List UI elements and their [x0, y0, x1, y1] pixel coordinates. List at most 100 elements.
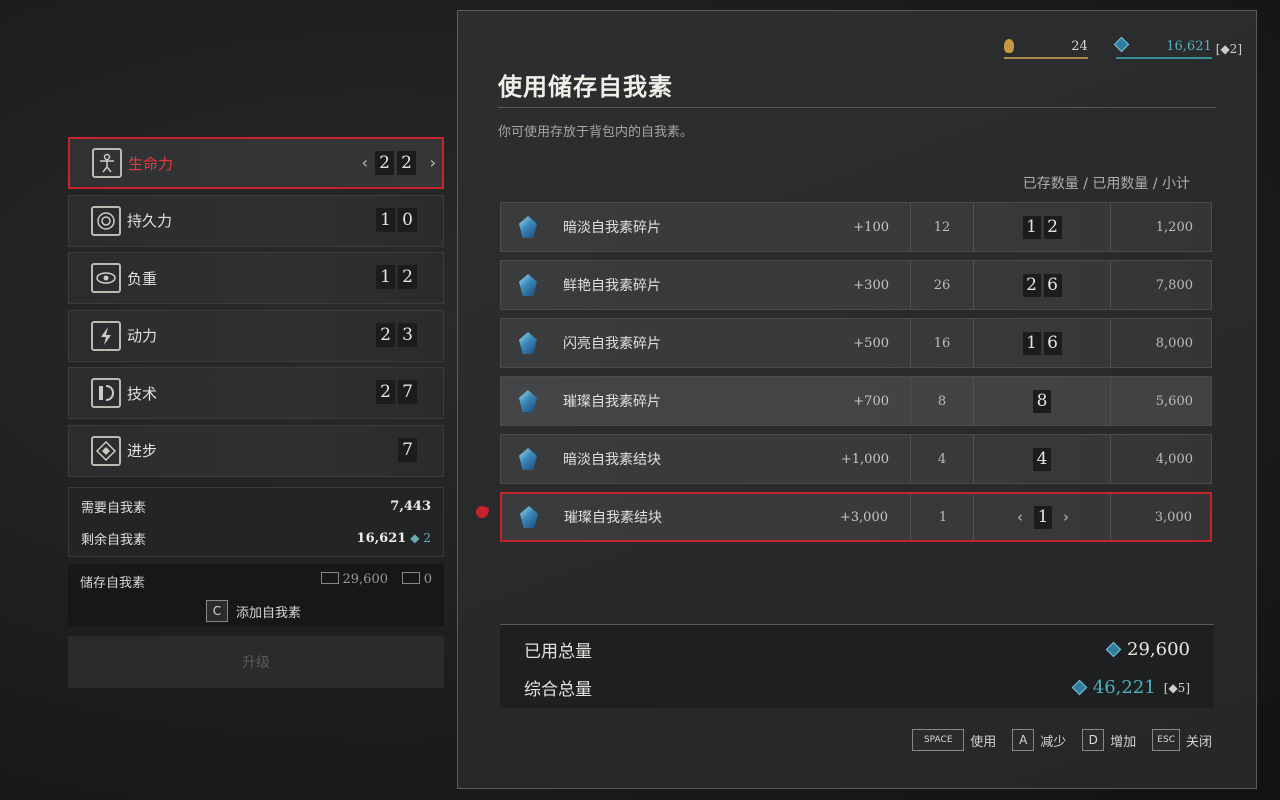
flame-count: 24 — [1071, 39, 1088, 54]
digit: 3 — [398, 322, 417, 347]
arrow-right-icon[interactable]: › — [430, 153, 436, 172]
key-c: C — [206, 600, 228, 622]
ergo-item-row[interactable]: 闪亮自我素碎片 +500 16 16 8,000 — [500, 318, 1212, 368]
pulse-cell-counter: 24 — [1003, 39, 1088, 59]
arrow-left-icon[interactable]: ‹ — [362, 153, 368, 172]
item-ergo-value: +1,000 — [840, 451, 889, 467]
item-name: 鲜艳自我素碎片 — [563, 278, 661, 294]
used-total-number: 29,600 — [1127, 639, 1190, 660]
digit: 7 — [398, 437, 417, 462]
stored-ergo-label: 储存自我素 — [80, 576, 146, 591]
hud-currency: 24 16,621 [◆2] — [1003, 36, 1242, 59]
key-d: D — [1082, 729, 1105, 751]
digit: 4 — [1033, 447, 1051, 471]
level-up-button[interactable]: 升级 — [68, 636, 444, 688]
stored-ergo-number2: 0 — [423, 572, 432, 587]
gem-count: 2 — [1229, 42, 1238, 56]
stat-label: 负重 — [127, 269, 158, 288]
item-use-count: 26 — [975, 261, 1109, 309]
item-ergo-value: +3,000 — [839, 509, 888, 525]
item-use-count: 16 — [975, 319, 1109, 367]
item-subtotal: 7,800 — [1155, 277, 1193, 293]
stat-value: 1 0 — [376, 207, 417, 232]
gem-icon: ◆ — [1168, 680, 1178, 695]
digit: 1 — [376, 207, 395, 232]
digit: 1 — [376, 265, 395, 289]
hint-decrease[interactable]: A 减少 — [1012, 729, 1066, 751]
ergo-item-row[interactable]: 暗淡自我素碎片 +100 12 12 1,200 — [500, 202, 1212, 252]
gem-glyph: ◆ — [410, 530, 420, 545]
combined-total-number: 46,221 — [1092, 677, 1156, 698]
arrow-left-icon[interactable]: ‹ — [1017, 508, 1023, 526]
item-use-stepper[interactable]: ‹ 1 › — [976, 494, 1110, 540]
ergo-item-row[interactable]: 暗淡自我素结块 +1,000 4 4 4,000 — [500, 434, 1212, 484]
stat-row-technique[interactable]: 技术 2 7 — [68, 367, 444, 419]
add-ergo-button[interactable]: C 添加自我素 — [206, 600, 301, 622]
stat-label: 进步 — [127, 442, 158, 460]
gem-counter: [◆5] — [1163, 680, 1190, 695]
hint-increase[interactable]: D 增加 — [1082, 729, 1136, 751]
remaining-ergo-label: 剩余自我素 — [81, 532, 147, 548]
key-esc: ESC — [1152, 729, 1180, 751]
used-total-line: 已用总量 29,600 — [524, 637, 1190, 662]
hint-use[interactable]: SPACE 使用 — [912, 729, 996, 751]
digit: 6 — [1043, 273, 1062, 297]
stat-row-motivity[interactable]: 动力 2 3 — [68, 309, 444, 362]
digit: 2 — [398, 265, 417, 289]
hint-close[interactable]: ESC 关闭 — [1152, 729, 1212, 751]
hint-label: 关闭 — [1185, 734, 1212, 750]
crystal-icon — [519, 261, 543, 309]
combined-total-line: 综合总量 46,221 [◆5] — [524, 675, 1190, 700]
hint-label: 减少 — [1040, 734, 1067, 750]
digit: 1 — [1034, 505, 1052, 529]
remaining-ergo-number: 16,621 — [356, 530, 407, 546]
stored-ergo-number: 29,600 — [342, 572, 389, 587]
item-ergo-value: +300 — [853, 277, 889, 293]
remaining-ergo-value: 16,621 ◆ 2 — [357, 531, 431, 546]
crystal-icon — [519, 319, 543, 367]
stat-label: 技术 — [127, 384, 158, 403]
remaining-ergo-line: 剩余自我素 16,621 ◆ 2 — [81, 528, 431, 548]
stat-row-capacity[interactable]: 负重 1 2 — [68, 252, 444, 304]
item-owned-count: 26 — [933, 277, 951, 293]
digit: 2 — [376, 322, 395, 347]
column-header: 已存数量 / 已用数量 / 小计 — [1022, 176, 1190, 192]
stat-row-endurance[interactable]: 持久力 1 0 — [68, 194, 444, 247]
stat-row-vitality[interactable]: 生命力 ‹ 2 2 › — [68, 137, 444, 189]
stat-value: 1 2 — [376, 265, 417, 289]
ergo-counter: 16,621 — [1113, 36, 1212, 59]
digit: 7 — [398, 380, 417, 404]
gem-icon: ◆ — [1220, 42, 1230, 56]
stat-row-advance[interactable]: 进步 7 — [68, 424, 444, 477]
stat-value: 2 3 — [376, 322, 417, 347]
digit: 8 — [1033, 389, 1051, 413]
hint-label: 增加 — [1110, 734, 1137, 750]
stat-label: 生命力 — [128, 154, 174, 173]
item-owned-count: 12 — [933, 219, 951, 235]
ergo-item-row-selected[interactable]: 璀璨自我素结块 +3,000 1 ‹ 1 › 3,000 — [500, 492, 1212, 542]
advance-icon — [91, 435, 121, 466]
item-owned-count: 16 — [933, 335, 951, 351]
digit: 2 — [376, 380, 395, 404]
digit: 0 — [398, 207, 417, 232]
digit: 2 — [397, 151, 416, 175]
digit: 6 — [1043, 331, 1062, 355]
capacity-icon — [91, 263, 121, 293]
ergo-count: 16,621 — [1166, 39, 1212, 54]
key-space: SPACE — [912, 729, 965, 751]
hint-label: 使用 — [970, 734, 997, 750]
stat-value: 7 — [398, 437, 417, 462]
add-ergo-label: 添加自我素 — [236, 605, 302, 621]
crystal-icon — [520, 494, 544, 540]
combined-total-value: 46,221 [◆5] — [1071, 677, 1190, 698]
item-owned-count: 1 — [938, 509, 948, 525]
required-ergo-label: 需要自我素 — [81, 500, 147, 516]
ergo-item-row[interactable]: 鲜艳自我素碎片 +300 26 26 7,800 — [500, 260, 1212, 310]
ergo-item-row[interactable]: 璀璨自我素碎片 +700 8 8 5,600 — [500, 376, 1212, 426]
stat-value: 2 7 — [376, 380, 417, 404]
ergo-item-list: 暗淡自我素碎片 +100 12 12 1,200 鲜艳自我素碎片 +300 26… — [500, 202, 1212, 550]
used-total-value: 29,600 — [1105, 639, 1190, 660]
divider — [498, 107, 1216, 108]
arrow-right-icon[interactable]: › — [1063, 508, 1069, 526]
required-ergo-line: 需要自我素 7,443 — [81, 496, 431, 516]
